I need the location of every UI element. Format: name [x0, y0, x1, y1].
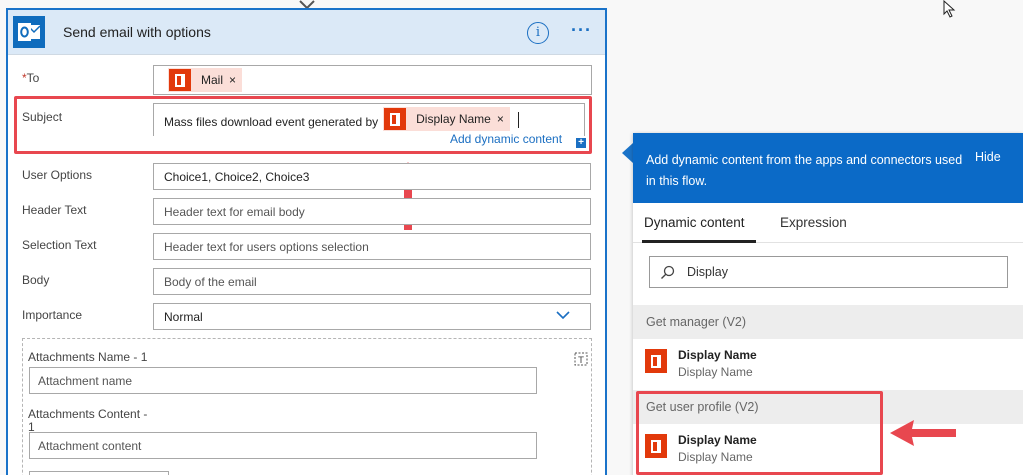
remove-token-icon[interactable]: ×: [227, 73, 242, 87]
group-get-manager[interactable]: Get manager (V2): [633, 305, 1023, 339]
search-icon: [661, 265, 675, 279]
attachments-content-label: Attachments Content -: [28, 407, 148, 421]
attachment-content-field[interactable]: Attachment content: [29, 432, 537, 459]
attachment-next-field[interactable]: [29, 471, 169, 475]
to-label: *To: [22, 71, 40, 85]
selection-text-field[interactable]: Header text for users options selection: [153, 233, 591, 260]
highlight-box-user-profile: [636, 391, 883, 475]
body-field[interactable]: Body of the email: [153, 268, 591, 295]
info-icon[interactable]: i: [527, 22, 549, 44]
list-item[interactable]: Display Name Display Name: [633, 340, 1023, 384]
active-tab-indicator: [642, 240, 756, 243]
dynamic-panel-header: Add dynamic content from the apps and co…: [633, 133, 1023, 203]
arrow-left-icon: [890, 420, 956, 446]
mail-token[interactable]: Mail ×: [168, 68, 243, 92]
attachments-name-label: Attachments Name - 1: [28, 350, 148, 364]
body-label: Body: [22, 273, 50, 287]
tab-expression[interactable]: Expression: [780, 215, 847, 230]
importance-select[interactable]: Normal: [153, 303, 591, 330]
office-icon: [645, 349, 667, 373]
outlook-icon: [13, 16, 45, 48]
more-icon[interactable]: ···: [571, 20, 592, 41]
user-options-field[interactable]: Choice1, Choice2, Choice3: [153, 163, 591, 190]
user-options-label: User Options: [22, 168, 93, 182]
highlight-box-subject: [14, 96, 592, 154]
header-text-field[interactable]: Header text for email body: [153, 198, 591, 225]
dynamic-panel-description: Add dynamic content from the apps and co…: [646, 153, 963, 188]
dynamic-search-input[interactable]: Display: [649, 256, 1008, 288]
mouse-cursor-icon: [943, 0, 956, 18]
importance-label: Importance: [22, 308, 83, 322]
attachment-name-field[interactable]: Attachment name: [29, 367, 537, 394]
card-title[interactable]: Send email with options: [63, 24, 211, 40]
flow-designer-canvas: Send email with options i ··· *To Mail ×…: [0, 0, 1023, 475]
svg-text:T: T: [577, 356, 584, 366]
chevron-down-icon[interactable]: [556, 308, 570, 322]
dynamic-panel-tabs: Dynamic content Expression: [633, 203, 1023, 243]
card-header[interactable]: Send email with options i ···: [8, 10, 605, 55]
attachment-toggle-icon[interactable]: T: [574, 352, 588, 366]
tab-dynamic-content[interactable]: Dynamic content: [644, 215, 745, 230]
office-icon: [169, 69, 191, 91]
panel-pointer: [622, 143, 633, 163]
hide-button[interactable]: Hide: [975, 150, 1001, 164]
to-field[interactable]: Mail ×: [153, 65, 592, 95]
selection-text-label: Selection Text: [22, 238, 97, 252]
header-text-label: Header Text: [22, 203, 87, 217]
